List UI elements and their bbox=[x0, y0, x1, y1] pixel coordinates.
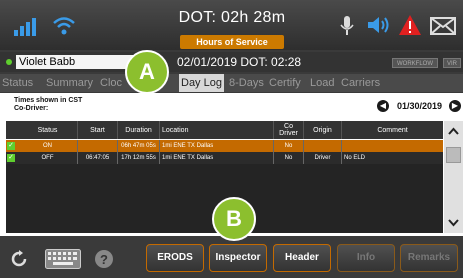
table-row[interactable]: ✓ OFF 06:47:05 17h 12m 55s 1mi ENE TX Da… bbox=[6, 152, 443, 164]
tab-day-log[interactable]: Day Log bbox=[179, 74, 224, 92]
signal-bars-icon bbox=[14, 18, 36, 36]
scroll-up-icon[interactable] bbox=[448, 127, 459, 135]
workflow-button[interactable]: WORKFLOW bbox=[392, 58, 438, 68]
cell-co-driver: No bbox=[274, 140, 304, 152]
top-bar: DOT: 02h 28m Hours of Service bbox=[0, 0, 463, 50]
column-header: Status bbox=[18, 121, 78, 139]
cell-comment: No ELD bbox=[344, 155, 366, 161]
vir-button[interactable]: VIR bbox=[443, 58, 461, 68]
prev-day-button[interactable]: ◀ bbox=[377, 100, 389, 112]
online-status-dot bbox=[6, 59, 12, 65]
svg-text:?: ? bbox=[100, 252, 108, 267]
cell-duration: 06h 47m 05s bbox=[118, 140, 160, 152]
hos-screen: DOT: 02h 28m Hours of Service Violet Bab… bbox=[0, 0, 463, 278]
header-button[interactable]: Header bbox=[273, 244, 331, 272]
cell-origin: Driver bbox=[304, 152, 342, 164]
cell-start: 06:47:05 bbox=[78, 152, 118, 164]
refresh-icon[interactable] bbox=[10, 250, 28, 268]
microphone-icon[interactable] bbox=[340, 16, 354, 36]
tab-clocks[interactable]: Cloc bbox=[100, 74, 122, 92]
keyboard-icon[interactable] bbox=[45, 249, 81, 269]
log-info: Times shown in CST Co-Driver: bbox=[14, 97, 82, 113]
speaker-icon[interactable] bbox=[368, 16, 390, 34]
callout-b: B bbox=[212, 197, 256, 241]
log-table-header: Status Start Duration Location Co Driver… bbox=[6, 121, 443, 139]
next-day-button[interactable]: ▶ bbox=[449, 100, 461, 112]
column-header: Comment bbox=[377, 126, 408, 134]
checkmark-icon: ✓ bbox=[7, 142, 15, 150]
tab-bar: Status Summary Cloc Day Log 8-Days Certi… bbox=[0, 74, 463, 92]
table-row[interactable]: ✓ ON 06h 47m 05s 1mi ENE TX Dallas No bbox=[6, 140, 443, 152]
cell-location: 1mi ENE TX Dallas bbox=[160, 140, 274, 152]
column-header: Origin bbox=[304, 121, 342, 139]
scroll-thumb[interactable] bbox=[446, 147, 461, 163]
tab-8-days[interactable]: 8-Days bbox=[229, 74, 264, 92]
cell-origin bbox=[304, 140, 342, 152]
dot-timer: DOT: 02h 28m bbox=[178, 9, 286, 26]
help-icon[interactable]: ? bbox=[94, 249, 114, 269]
erods-button[interactable]: ERODS bbox=[146, 244, 204, 272]
column-header: Duration bbox=[118, 121, 160, 139]
tab-status[interactable]: Status bbox=[2, 74, 33, 92]
log-scrollbar[interactable] bbox=[444, 121, 463, 233]
cell-status: ON bbox=[18, 140, 78, 152]
co-driver-label: Co-Driver: bbox=[14, 105, 49, 112]
warning-icon[interactable] bbox=[399, 15, 421, 35]
driver-row: Violet Babb 02/01/2019 DOT: 02:28 WORKFL… bbox=[0, 52, 463, 72]
column-header: Co Driver bbox=[274, 121, 304, 139]
tab-summary[interactable]: Summary bbox=[46, 74, 93, 92]
cell-start bbox=[78, 140, 118, 152]
tab-carriers[interactable]: Carriers bbox=[341, 74, 380, 92]
timezone-note: Times shown in CST bbox=[14, 97, 83, 104]
checkmark-icon: ✓ bbox=[7, 154, 15, 162]
tab-load[interactable]: Load bbox=[310, 74, 334, 92]
wifi-icon bbox=[53, 17, 75, 35]
callout-a: A bbox=[125, 50, 169, 94]
bottom-toolbar: ? ERODS Inspector Header Info Remarks bbox=[0, 236, 463, 278]
current-datetime: 02/01/2019 DOT: 02:28 bbox=[177, 55, 302, 69]
column-header: Start bbox=[78, 121, 118, 139]
cell-location: 1mi ENE TX Dallas bbox=[160, 152, 274, 164]
remarks-button[interactable]: Remarks bbox=[400, 244, 458, 272]
cell-duration: 17h 12m 55s bbox=[118, 152, 160, 164]
hos-label: Hours of Service bbox=[180, 35, 284, 49]
inspector-button[interactable]: Inspector bbox=[209, 244, 267, 272]
info-button[interactable]: Info bbox=[337, 244, 395, 272]
log-date: 01/30/2019 bbox=[397, 101, 443, 111]
tab-certify[interactable]: Certify bbox=[269, 74, 301, 92]
column-header: Location bbox=[160, 121, 274, 139]
mail-icon[interactable] bbox=[430, 17, 456, 35]
driver-select[interactable]: Violet Babb bbox=[16, 55, 134, 69]
cell-co-driver: No bbox=[274, 152, 304, 164]
scroll-down-icon[interactable] bbox=[448, 219, 459, 227]
cell-comment bbox=[342, 140, 443, 152]
cell-status: OFF bbox=[18, 152, 78, 164]
